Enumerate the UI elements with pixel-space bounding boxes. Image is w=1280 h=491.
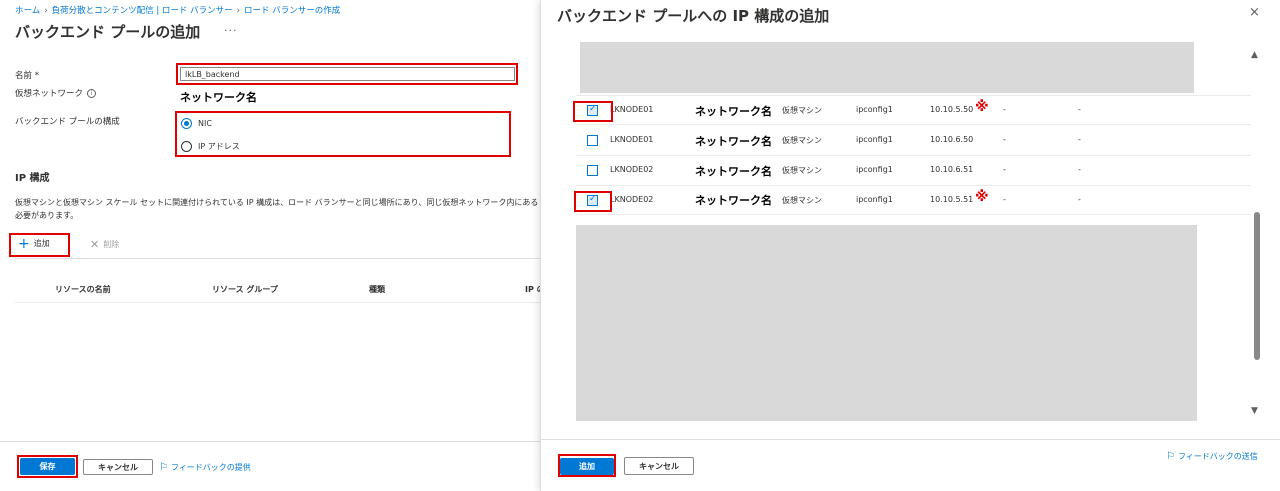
scroll-up-icon[interactable]: ▲	[1251, 50, 1258, 60]
radio-checked-icon[interactable]	[181, 118, 192, 129]
add-button[interactable]: + 追加	[18, 235, 50, 252]
row-ip: 10.10.5.50	[930, 105, 974, 114]
breadcrumb-create-lb[interactable]: ロード バランサーの作成	[244, 6, 340, 16]
chevron-right-icon: ›	[236, 6, 241, 16]
row-ipconfig: ipconfig1	[856, 195, 893, 204]
row-network: ネットワーク名	[695, 105, 772, 118]
radio-nic[interactable]: NIC	[181, 118, 212, 129]
add-button-label: 追加	[33, 239, 50, 248]
checkbox-checked-icon[interactable]	[587, 104, 598, 116]
row-col8: -	[1078, 165, 1081, 174]
column-header-resource-group[interactable]: リソース グループ	[212, 284, 278, 295]
chevron-right-icon: ›	[44, 6, 48, 16]
redacted-region	[580, 42, 1194, 93]
right-panel: バックエンド プールへの IP 構成の追加 × LKNODE01 ネットワーク名…	[540, 0, 1280, 491]
checkbox-icon[interactable]	[587, 165, 598, 176]
checkbox-icon[interactable]	[587, 135, 598, 146]
radio-ip-address[interactable]: IP アドレス	[181, 141, 240, 152]
feedback-label: フィードバックの提供	[170, 463, 251, 472]
row-network: ネットワーク名	[695, 135, 772, 148]
row-type: 仮想マシン	[782, 106, 822, 115]
close-icon: ✕	[90, 238, 100, 251]
feedback-link[interactable]: ⚐ フィードバックの送信	[1166, 451, 1258, 462]
divider	[0, 441, 540, 442]
save-button[interactable]: 保存	[20, 458, 75, 475]
scrollbar-thumb[interactable]	[1254, 212, 1260, 360]
row-type: 仮想マシン	[782, 166, 822, 175]
row-name: LKNODE02	[610, 165, 654, 174]
close-icon[interactable]: ×	[1249, 5, 1260, 20]
more-icon[interactable]: ···	[224, 24, 238, 37]
row-name: LKNODE02	[610, 195, 654, 204]
cancel-button[interactable]: キャンセル	[624, 457, 694, 475]
note-mark: ※	[975, 189, 989, 205]
column-header-ip[interactable]: IP の	[525, 284, 540, 295]
breadcrumb-load-balancing[interactable]: 負荷分散とコンテンツ配信 | ロード バランサー	[52, 6, 233, 16]
name-input[interactable]	[180, 67, 515, 81]
divider	[15, 302, 540, 303]
left-pane: ホーム › 負荷分散とコンテンツ配信 | ロード バランサー › ロード バランサーの作…	[0, 0, 540, 491]
feedback-label: フィードバックの送信	[1177, 452, 1258, 461]
vnet-label-row: 仮想ネットワーク i	[15, 87, 97, 99]
feedback-link[interactable]: ⚐ フィードバックの提供	[159, 462, 251, 473]
plus-icon: +	[18, 235, 30, 252]
row-col7: -	[1003, 195, 1006, 204]
row-col7: -	[1003, 165, 1006, 174]
redacted-region	[576, 225, 1197, 421]
row-ipconfig: ipconfig1	[856, 105, 893, 114]
row-name: LKNODE01	[610, 135, 654, 144]
info-icon[interactable]: i	[87, 89, 97, 98]
divider	[541, 439, 1280, 440]
checkbox-checked-icon[interactable]	[587, 194, 598, 206]
panel-title: バックエンド プールへの IP 構成の追加	[557, 7, 830, 25]
pool-config-label: バックエンド プールの構成	[15, 117, 120, 127]
row-col8: -	[1078, 135, 1081, 144]
ip-config-description: 仮想マシンと仮想マシン スケール セットに関連付けられている IP 構成は、ロー…	[15, 198, 539, 220]
row-ipconfig: ipconfig1	[856, 135, 893, 144]
radio-unchecked-icon[interactable]	[181, 141, 192, 152]
breadcrumb: ホーム › 負荷分散とコンテンツ配信 | ロード バランサー › ロード バランサーの作…	[15, 4, 340, 16]
page-title: バックエンド プールの追加	[15, 23, 201, 41]
row-network: ネットワーク名	[695, 165, 772, 178]
divider	[576, 185, 1251, 186]
cancel-button[interactable]: キャンセル	[83, 459, 153, 475]
row-network: ネットワーク名	[695, 194, 772, 207]
delete-button-label: 削除	[103, 240, 120, 249]
row-ip: 10.10.6.50	[930, 135, 974, 144]
row-col8: -	[1078, 195, 1081, 204]
divider	[15, 258, 540, 259]
column-header-resource-name[interactable]: リソースの名前	[55, 284, 111, 295]
row-ipconfig: ipconfig1	[856, 165, 893, 174]
feedback-icon: ⚐	[1166, 451, 1175, 462]
column-header-type[interactable]: 種類	[369, 284, 385, 295]
scroll-down-icon[interactable]: ▼	[1251, 406, 1258, 416]
divider	[576, 155, 1251, 156]
add-button[interactable]: 追加	[560, 458, 614, 475]
breadcrumb-home[interactable]: ホーム	[15, 6, 40, 16]
row-col7: -	[1003, 105, 1006, 114]
vnet-label: 仮想ネットワーク	[15, 89, 84, 99]
row-type: 仮想マシン	[782, 136, 822, 145]
row-col8: -	[1078, 105, 1081, 114]
row-col7: -	[1003, 135, 1006, 144]
name-label: 名前 *	[15, 71, 39, 81]
ip-config-title: IP 構成	[15, 173, 50, 184]
delete-button[interactable]: ✕ 削除	[90, 238, 119, 251]
divider	[576, 95, 1251, 96]
vnet-value: ネットワーク名	[180, 91, 257, 104]
feedback-icon: ⚐	[159, 462, 168, 473]
row-ip: 10.10.5.51	[930, 195, 974, 204]
divider	[576, 124, 1251, 125]
note-mark: ※	[975, 99, 989, 115]
row-ip: 10.10.6.51	[930, 165, 974, 174]
radio-nic-label: NIC	[198, 119, 212, 128]
radio-ip-label: IP アドレス	[198, 142, 240, 151]
row-name: LKNODE01	[610, 105, 654, 114]
row-type: 仮想マシン	[782, 196, 822, 205]
divider	[576, 214, 1251, 215]
